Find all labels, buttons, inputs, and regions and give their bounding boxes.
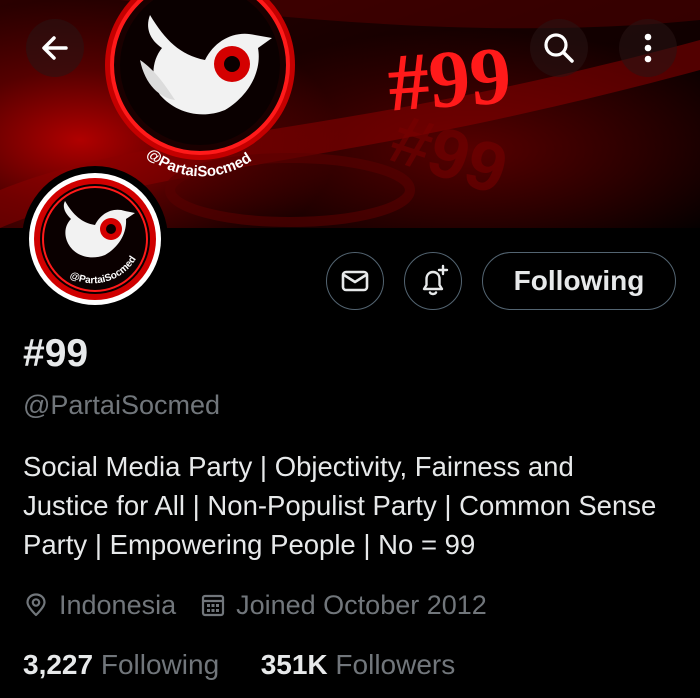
bell-plus-icon bbox=[422, 264, 449, 296]
profile-stats: 3,227 Following 351K Followers bbox=[23, 649, 455, 681]
location-text: Indonesia bbox=[59, 589, 177, 620]
following-count-link[interactable]: 3,227 Following bbox=[23, 649, 227, 680]
avatar[interactable]: @PartaiSocmed bbox=[22, 166, 168, 312]
profile-meta: Indonesia Joined October 2012 bbox=[23, 588, 487, 622]
banner-hashtag: #99 bbox=[385, 29, 514, 128]
bio: Social Media Party | Objectivity, Fairne… bbox=[23, 451, 657, 560]
search-button[interactable] bbox=[530, 19, 588, 77]
more-vertical-icon bbox=[644, 33, 652, 63]
search-icon bbox=[544, 33, 574, 63]
display-name: #99 bbox=[23, 332, 89, 375]
more-options-button[interactable] bbox=[619, 19, 677, 77]
avatar-logo: @PartaiSocmed bbox=[29, 173, 161, 305]
followers-label: Followers bbox=[335, 649, 456, 680]
back-button[interactable] bbox=[26, 19, 84, 77]
joined-date: Joined October 2012 bbox=[236, 589, 487, 620]
followers-count-link[interactable]: 351K Followers bbox=[261, 649, 456, 680]
message-button[interactable] bbox=[326, 252, 384, 310]
mail-icon bbox=[341, 270, 369, 292]
location-pin-icon bbox=[23, 592, 49, 618]
notifications-button[interactable] bbox=[404, 252, 462, 310]
following-label: Following bbox=[100, 649, 220, 680]
arrow-left-icon bbox=[42, 36, 68, 60]
handle: @PartaiSocmed bbox=[23, 390, 220, 420]
calendar-icon bbox=[200, 592, 226, 618]
following-button[interactable]: Following bbox=[482, 252, 676, 310]
following-count: 3,227 bbox=[23, 649, 94, 680]
followers-count: 351K bbox=[260, 649, 328, 680]
